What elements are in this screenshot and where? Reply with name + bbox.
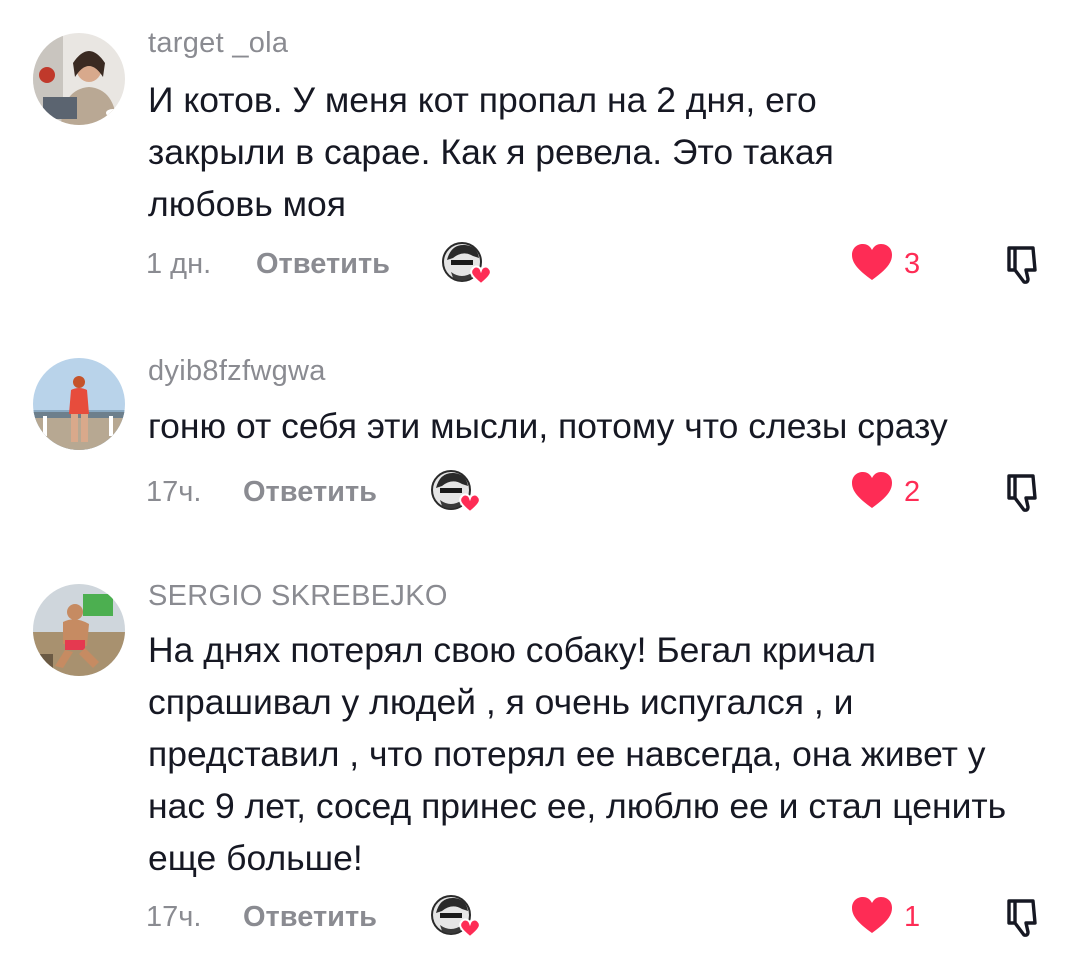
heart-filled-icon — [852, 472, 892, 508]
avatar[interactable] — [33, 584, 125, 676]
like-button[interactable]: 3 — [850, 240, 950, 288]
heart-filled-icon — [852, 897, 892, 933]
reply-button[interactable]: Ответить — [256, 248, 390, 281]
reply-button[interactable]: Ответить — [243, 476, 377, 509]
like-count: 3 — [904, 248, 921, 280]
like-button[interactable]: 2 — [850, 468, 950, 516]
dislike-button[interactable] — [1001, 895, 1045, 939]
comment-actions: 17ч. Ответить 2 — [0, 468, 1080, 518]
dislike-button[interactable] — [1001, 242, 1045, 286]
comment-username[interactable]: SERGIO SKREBEJKO — [148, 580, 448, 613]
like-count: 2 — [904, 476, 921, 508]
avatar[interactable] — [33, 33, 125, 125]
thumbs-down-icon — [1007, 474, 1037, 512]
thumbs-down-icon — [1007, 246, 1037, 284]
reply-button[interactable]: Ответить — [243, 901, 377, 934]
comment-timestamp: 17ч. — [146, 476, 202, 508]
comment-text: гоню от себя эти мысли, потому что слезы… — [148, 406, 948, 446]
comment-actions: 17ч. Ответить 1 — [0, 893, 1080, 943]
comment-text: На днях потерял свою собаку! Бегал крича… — [148, 630, 1007, 878]
like-count: 1 — [904, 901, 921, 933]
comment-username[interactable]: target _ola — [148, 27, 288, 60]
comment-username[interactable]: dyib8fzfwgwa — [148, 355, 326, 388]
avatar[interactable] — [33, 358, 125, 450]
creator-liked-icon — [441, 240, 493, 288]
creator-liked-icon — [430, 893, 482, 941]
comment-actions: 1 дн. Ответить 3 — [0, 240, 1080, 290]
comment-timestamp: 17ч. — [146, 901, 202, 933]
creator-liked-icon — [430, 468, 482, 516]
comment-text: И котов. У меня кот пропал на 2 дня, его… — [148, 80, 834, 224]
comment-timestamp: 1 дн. — [146, 248, 212, 280]
heart-filled-icon — [852, 244, 892, 280]
dislike-button[interactable] — [1001, 470, 1045, 514]
thumbs-down-icon — [1007, 899, 1037, 937]
like-button[interactable]: 1 — [850, 893, 950, 941]
